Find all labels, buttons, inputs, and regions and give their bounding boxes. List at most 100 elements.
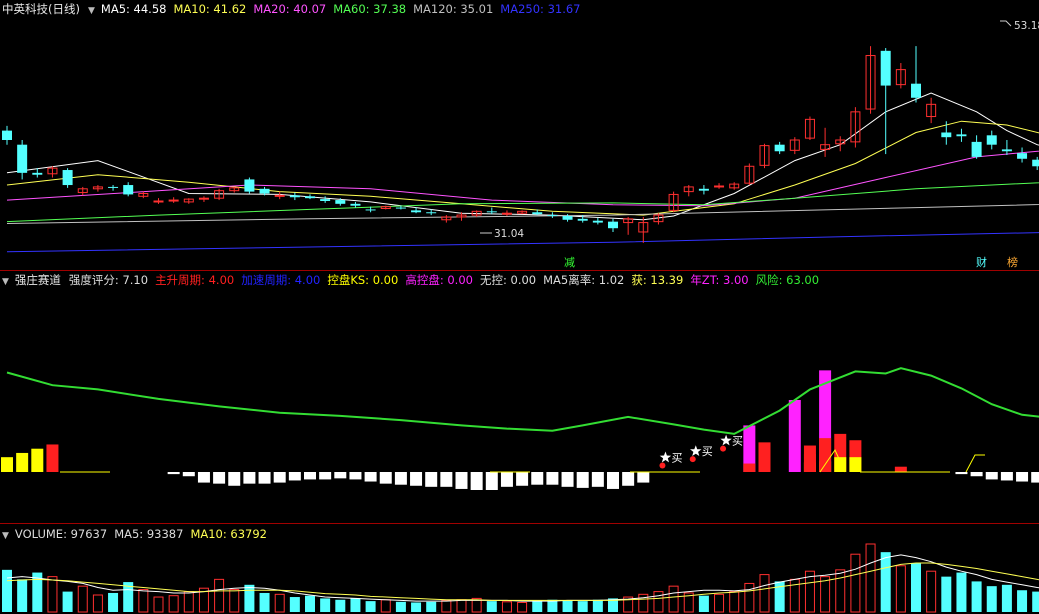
volume-bar-down [289,597,300,612]
candle-body-down [592,220,603,223]
strength-indicator: 加速周期: 4.00 [241,273,321,287]
candle-body-up [168,199,179,202]
volume-bar-down [986,586,997,612]
event-tag-list[interactable]: 榜 [1006,256,1019,269]
volume-bar-down [698,595,709,612]
chart-stage[interactable]: 买买买 中英科技(日线) ▼ MA5: 44.58 MA10: 41.62 MA20: … [0,0,1039,614]
strength-bar-white [288,472,301,481]
strength-bar-white [258,472,271,484]
volume-bar-down [426,601,437,612]
volume-bar-down [532,601,543,612]
volume-bar-down [486,601,497,612]
strength-bar-white [500,472,513,487]
volume-bar-down [880,552,891,612]
candle-body-down [320,199,331,201]
volume-bar-down [971,581,982,612]
buy-signal-dot [689,456,696,463]
strength-panel-title[interactable]: 强庄赛道 [15,273,61,287]
ma-indicator: MA5: 44.58 [100,2,167,16]
strength-bar-white [470,472,483,490]
candle-body-down [547,215,558,217]
candle-body-down [774,144,785,152]
candle-body-down [486,211,497,213]
strength-bar-white [364,472,377,482]
candle-body-down [17,144,28,173]
strength-bar-white [485,472,498,490]
strength-indicator: 获: 13.39 [631,273,684,287]
volume-bar-down [17,579,28,612]
collapse-arrow-icon[interactable]: ▼ [2,277,9,287]
volume-legend: VOLUME: 97637 MA5: 93387 MA10: 63792 [15,527,274,541]
strength-indicator: MA5离率: 1.02 [543,273,625,287]
candle-body-down [880,50,891,86]
collapse-arrow-icon[interactable]: ▼ [88,6,95,16]
strength-bar-white [955,472,968,475]
strength-bar-white [970,472,983,477]
event-tag-finance[interactable]: 财 [975,256,988,269]
strength-indicator: 高控盘: 0.00 [405,273,473,287]
candle-body-down [426,212,437,214]
volume-bar-down [305,595,315,612]
volume-bar-down [320,598,331,612]
ma-indicator: MA60: 37.38 [333,2,407,16]
candle-body-down [411,210,422,213]
candle-body-down [259,188,270,194]
ma-indicator: MA10: 41.62 [173,2,247,16]
strength-bar-white [561,472,574,487]
event-tag-reduce[interactable]: 减 [563,256,576,269]
candle-body-down [608,221,618,229]
candle-body-down [577,218,588,221]
candle-body-down [305,196,315,199]
candle-body-down [532,212,543,215]
strength-bar-white [394,472,407,485]
strength-indicator: 无控: 0.00 [479,273,537,287]
price-chart[interactable]: 买买买 [0,0,1039,614]
volume-bar-down [62,591,73,612]
strength-panel-header: ▼ 强庄赛道 强度评分: 7.10 主升周期: 4.00 加速周期: 4.00 控盘KS:… [2,272,833,288]
strength-bar-white [410,472,423,486]
volume-bar-down [577,601,588,612]
candle-body-down [1001,149,1012,152]
candle-body-down [335,200,346,204]
volume-bar-down [911,563,921,612]
candle-body-down [562,216,573,220]
volume-indicator: MA10: 63792 [190,527,267,541]
candle-body-down [941,132,952,138]
strength-overlay-yellow [849,457,862,472]
collapse-arrow-icon[interactable]: ▼ [2,531,9,541]
candle-body-down [956,134,967,137]
strength-bar-white [516,472,529,486]
strength-indicator: 强度评分: 7.10 [68,273,149,287]
volume-bar-down [2,569,12,612]
volume-bar-down [395,601,406,612]
strength-overlay-red [803,454,816,472]
strength-bar-white [273,472,286,483]
strength-overlay-red [819,438,832,472]
main-panel-header: 中英科技(日线) ▼ MA5: 44.58 MA10: 41.62 MA20: 40.0… [2,1,595,17]
strength-overlay-red [743,463,756,472]
volume-bar-down [1032,591,1039,612]
candle-body-down [32,172,43,175]
strength-bar-magenta [788,400,801,472]
candle-body-down [1017,153,1028,159]
strength-bar-red [46,444,59,472]
strength-bar-white [622,472,635,486]
volume-bar-down [244,584,255,612]
volume-bar-down [592,599,603,612]
strength-bar-yellow [1,457,13,472]
strength-bar-white [182,472,195,477]
volume-indicator: VOLUME: 97637 [14,527,108,541]
candle-body-down [244,179,255,192]
volume-bar-down [108,592,119,612]
candle-body-up [501,212,512,215]
strength-bar-white [455,472,468,489]
ma-indicator: MA250: 31.67 [500,2,581,16]
candle-body-down [365,209,376,211]
strength-bar-white [349,472,362,480]
buy-signal-dot [659,462,666,469]
stock-title[interactable]: 中英科技(日线) [2,2,80,16]
strength-bar-white [1000,472,1013,481]
volume-bar-down [941,576,952,612]
volume-bar-down [335,599,346,612]
volume-bar-down [562,600,573,612]
